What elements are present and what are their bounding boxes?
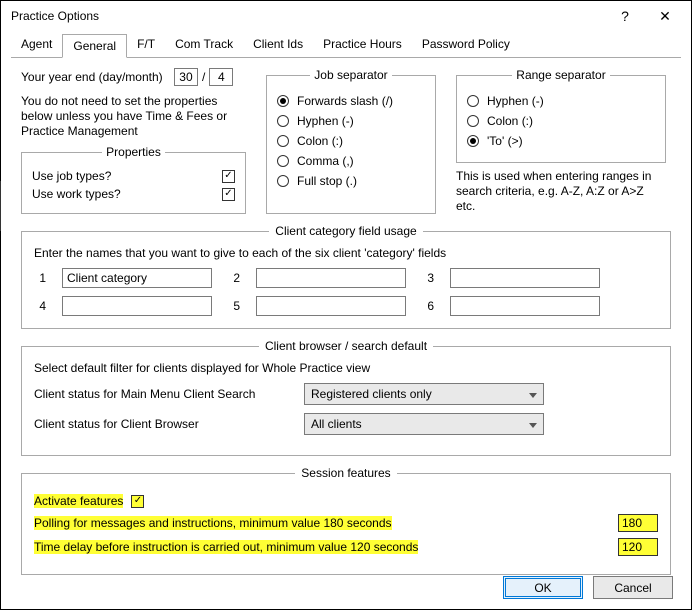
job-sep-fslash-radio[interactable] [277, 95, 289, 107]
main-menu-search-value: Registered clients only [311, 387, 432, 401]
use-work-types-label: Use work types? [32, 187, 121, 201]
session-features-legend: Session features [295, 466, 396, 480]
year-end-day-input[interactable] [174, 68, 198, 86]
client-browser-status-value: All clients [311, 417, 362, 431]
time-delay-value-input[interactable] [618, 538, 658, 556]
range-sep-to-radio[interactable] [467, 135, 479, 147]
main-menu-search-select[interactable]: Registered clients only [304, 383, 544, 405]
job-separator-legend: Job separator [310, 68, 391, 82]
tab-practice-hours[interactable]: Practice Hours [313, 33, 412, 57]
tab-com-track[interactable]: Com Track [165, 33, 243, 57]
polling-value-input[interactable] [618, 514, 658, 532]
client-category-legend: Client category field usage [269, 224, 422, 238]
use-job-types-label: Use job types? [32, 169, 111, 183]
close-button[interactable]: ✕ [645, 2, 685, 30]
tab-ft[interactable]: F/T [127, 33, 165, 57]
activate-features-checkbox[interactable] [131, 495, 144, 508]
range-sep-colon-radio[interactable] [467, 115, 479, 127]
activate-features-label: Activate features [34, 494, 123, 508]
ok-button[interactable]: OK [503, 576, 583, 599]
tab-client-ids[interactable]: Client Ids [243, 33, 313, 57]
use-job-types-checkbox[interactable] [222, 170, 235, 183]
client-category-1-input[interactable] [62, 268, 212, 288]
tab-agent[interactable]: Agent [11, 33, 62, 57]
use-work-types-checkbox[interactable] [222, 188, 235, 201]
client-browser-status-select[interactable]: All clients [304, 413, 544, 435]
year-end-label: Your year end (day/month) [21, 70, 163, 84]
job-sep-colon-radio[interactable] [277, 135, 289, 147]
chevron-down-icon [529, 417, 537, 431]
tab-password-policy[interactable]: Password Policy [412, 33, 520, 57]
client-browser-legend: Client browser / search default [259, 339, 433, 353]
client-category-group: Client category field usage Enter the na… [21, 224, 671, 329]
client-category-2-input[interactable] [256, 268, 406, 288]
properties-note: You do not need to set the properties be… [21, 94, 236, 139]
session-features-group: Session features Activate features Polli… [21, 466, 671, 575]
properties-group: Properties Use job types? Use work types… [21, 145, 246, 214]
properties-legend: Properties [102, 145, 165, 159]
client-category-5-input[interactable] [256, 296, 406, 316]
job-sep-hyphen-radio[interactable] [277, 115, 289, 127]
window-title: Practice Options [11, 9, 605, 23]
tab-general[interactable]: General [62, 34, 127, 58]
client-browser-status-label: Client status for Client Browser [34, 417, 294, 431]
year-end-month-input[interactable] [209, 68, 233, 86]
client-category-4-input[interactable] [62, 296, 212, 316]
polling-label: Polling for messages and instructions, m… [34, 516, 392, 530]
client-category-info: Enter the names that you want to give to… [34, 246, 658, 260]
tab-strip: Agent General F/T Com Track Client Ids P… [11, 33, 681, 58]
client-category-3-input[interactable] [450, 268, 600, 288]
job-separator-group: Job separator Forwards slash (/) Hyphen … [266, 68, 436, 214]
range-separator-legend: Range separator [512, 68, 609, 82]
range-sep-hyphen-radio[interactable] [467, 95, 479, 107]
client-browser-info: Select default filter for clients displa… [34, 361, 658, 375]
range-separator-note: This is used when entering ranges in sea… [456, 169, 666, 214]
client-category-6-input[interactable] [450, 296, 600, 316]
job-sep-stop-radio[interactable] [277, 175, 289, 187]
help-button[interactable]: ? [605, 2, 645, 30]
time-delay-label: Time delay before instruction is carried… [34, 540, 418, 554]
chevron-down-icon [529, 387, 537, 401]
range-separator-group: Range separator Hyphen (-) Colon (:) 'To… [456, 68, 666, 163]
main-menu-search-label: Client status for Main Menu Client Searc… [34, 387, 294, 401]
job-sep-comma-radio[interactable] [277, 155, 289, 167]
client-browser-group: Client browser / search default Select d… [21, 339, 671, 456]
cancel-button[interactable]: Cancel [593, 576, 673, 599]
